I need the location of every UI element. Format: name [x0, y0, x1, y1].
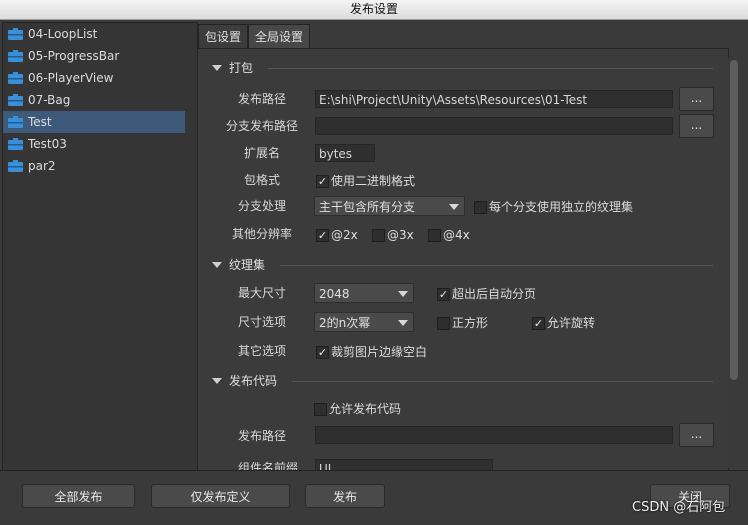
other-options-label: 其它选项: [237, 344, 286, 358]
collapse-triangle-icon: [212, 378, 222, 384]
watermark: CSDN @石阿包: [632, 500, 726, 515]
max-size-dropdown[interactable]: 2048: [314, 283, 414, 303]
package-item[interactable]: 05-ProgressBar: [3, 45, 185, 67]
checkbox-box: ✓: [316, 346, 329, 359]
section-divider: [292, 381, 713, 382]
package-list: 04-LoopList 05-ProgressBar 06-PlayerView…: [2, 22, 198, 472]
vertical-scrollbar[interactable]: [728, 58, 740, 468]
publish-path-browse-button[interactable]: ...: [679, 87, 714, 111]
code-path-input[interactable]: [315, 426, 673, 444]
branch-path-browse-button[interactable]: ...: [679, 114, 714, 138]
section-divider: [280, 265, 713, 266]
section-divider: [268, 68, 713, 69]
scrollbar-thumb[interactable]: [730, 60, 738, 380]
max-size-label: 最大尺寸: [237, 286, 286, 300]
branch-path-label: 分支发布路径: [225, 119, 298, 133]
publish-all-button[interactable]: 全部发布: [22, 484, 135, 508]
tab-global-settings[interactable]: 全局设置: [248, 24, 311, 49]
checkbox-box: ✓: [532, 317, 545, 330]
tab-bar: 包设置 全局设置: [196, 22, 748, 49]
package-label: Test03: [28, 137, 67, 151]
package-item[interactable]: 04-LoopList: [3, 23, 185, 45]
package-item[interactable]: Test03: [3, 133, 185, 155]
publish-path-input[interactable]: E:\shi\Project\Unity\Assets\Resources\01…: [315, 90, 673, 108]
package-label: 07-Bag: [28, 93, 71, 107]
package-label: Test: [28, 115, 52, 129]
publish-path-label: 发布路径: [237, 92, 286, 106]
checkbox-box: ✓: [316, 229, 329, 242]
publish-definition-button[interactable]: 仅发布定义: [151, 484, 290, 508]
section-title: 发布代码: [229, 374, 278, 388]
branch-mode-dropdown[interactable]: 主干包含所有分支: [314, 196, 465, 216]
package-item[interactable]: 06-PlayerView: [3, 67, 185, 89]
chevron-down-icon: [398, 291, 408, 297]
checkbox-box: [437, 317, 450, 330]
checkbox-box: [474, 201, 487, 214]
size-option-dropdown[interactable]: 2的n次幂: [314, 312, 414, 332]
package-label: 05-ProgressBar: [28, 49, 120, 63]
format-label: 包格式: [243, 173, 280, 187]
size-option-label: 尺寸选项: [237, 315, 286, 329]
tab-package-settings[interactable]: 包设置: [198, 24, 249, 49]
code-path-browse-button[interactable]: ...: [679, 423, 714, 447]
publish-button[interactable]: 发布: [305, 484, 385, 508]
package-item[interactable]: 07-Bag: [3, 89, 185, 111]
ext-label: 扩展名: [243, 146, 280, 160]
branch-label: 分支处理: [237, 199, 286, 213]
code-path-label: 发布路径: [237, 429, 286, 443]
collapse-triangle-icon: [212, 262, 222, 268]
collapse-triangle-icon: [212, 65, 222, 71]
package-icon: [8, 116, 23, 128]
package-icon: [8, 94, 23, 106]
package-label: par2: [28, 159, 56, 173]
chevron-down-icon: [449, 204, 459, 210]
checkbox-box: [372, 229, 385, 242]
branch-path-input[interactable]: [315, 117, 673, 135]
resolution-label: 其他分辨率: [231, 227, 292, 241]
package-icon: [8, 50, 23, 62]
checkbox-box: ✓: [316, 175, 329, 188]
package-label: 04-LoopList: [28, 27, 98, 41]
section-title: 纹理集: [229, 258, 266, 272]
checkbox-box: [428, 229, 441, 242]
publish-settings-window: 04-LoopList 05-ProgressBar 06-PlayerView…: [0, 20, 748, 525]
package-label: 06-PlayerView: [28, 71, 114, 85]
checkbox-box: ✓: [437, 288, 450, 301]
checkbox-box: [314, 403, 327, 416]
package-icon: [8, 138, 23, 150]
chevron-down-icon: [398, 320, 408, 326]
package-item[interactable]: par2: [3, 155, 185, 177]
window-title: 发布设置: [0, 0, 748, 20]
ext-input[interactable]: bytes: [315, 144, 375, 162]
global-settings-panel: 打包 发布路径 E:\shi\Project\Unity\Assets\Reso…: [197, 48, 729, 472]
package-icon: [8, 72, 23, 84]
package-icon: [8, 28, 23, 40]
package-icon: [8, 160, 23, 172]
section-title: 打包: [229, 61, 254, 75]
package-item-selected[interactable]: Test: [3, 111, 185, 133]
